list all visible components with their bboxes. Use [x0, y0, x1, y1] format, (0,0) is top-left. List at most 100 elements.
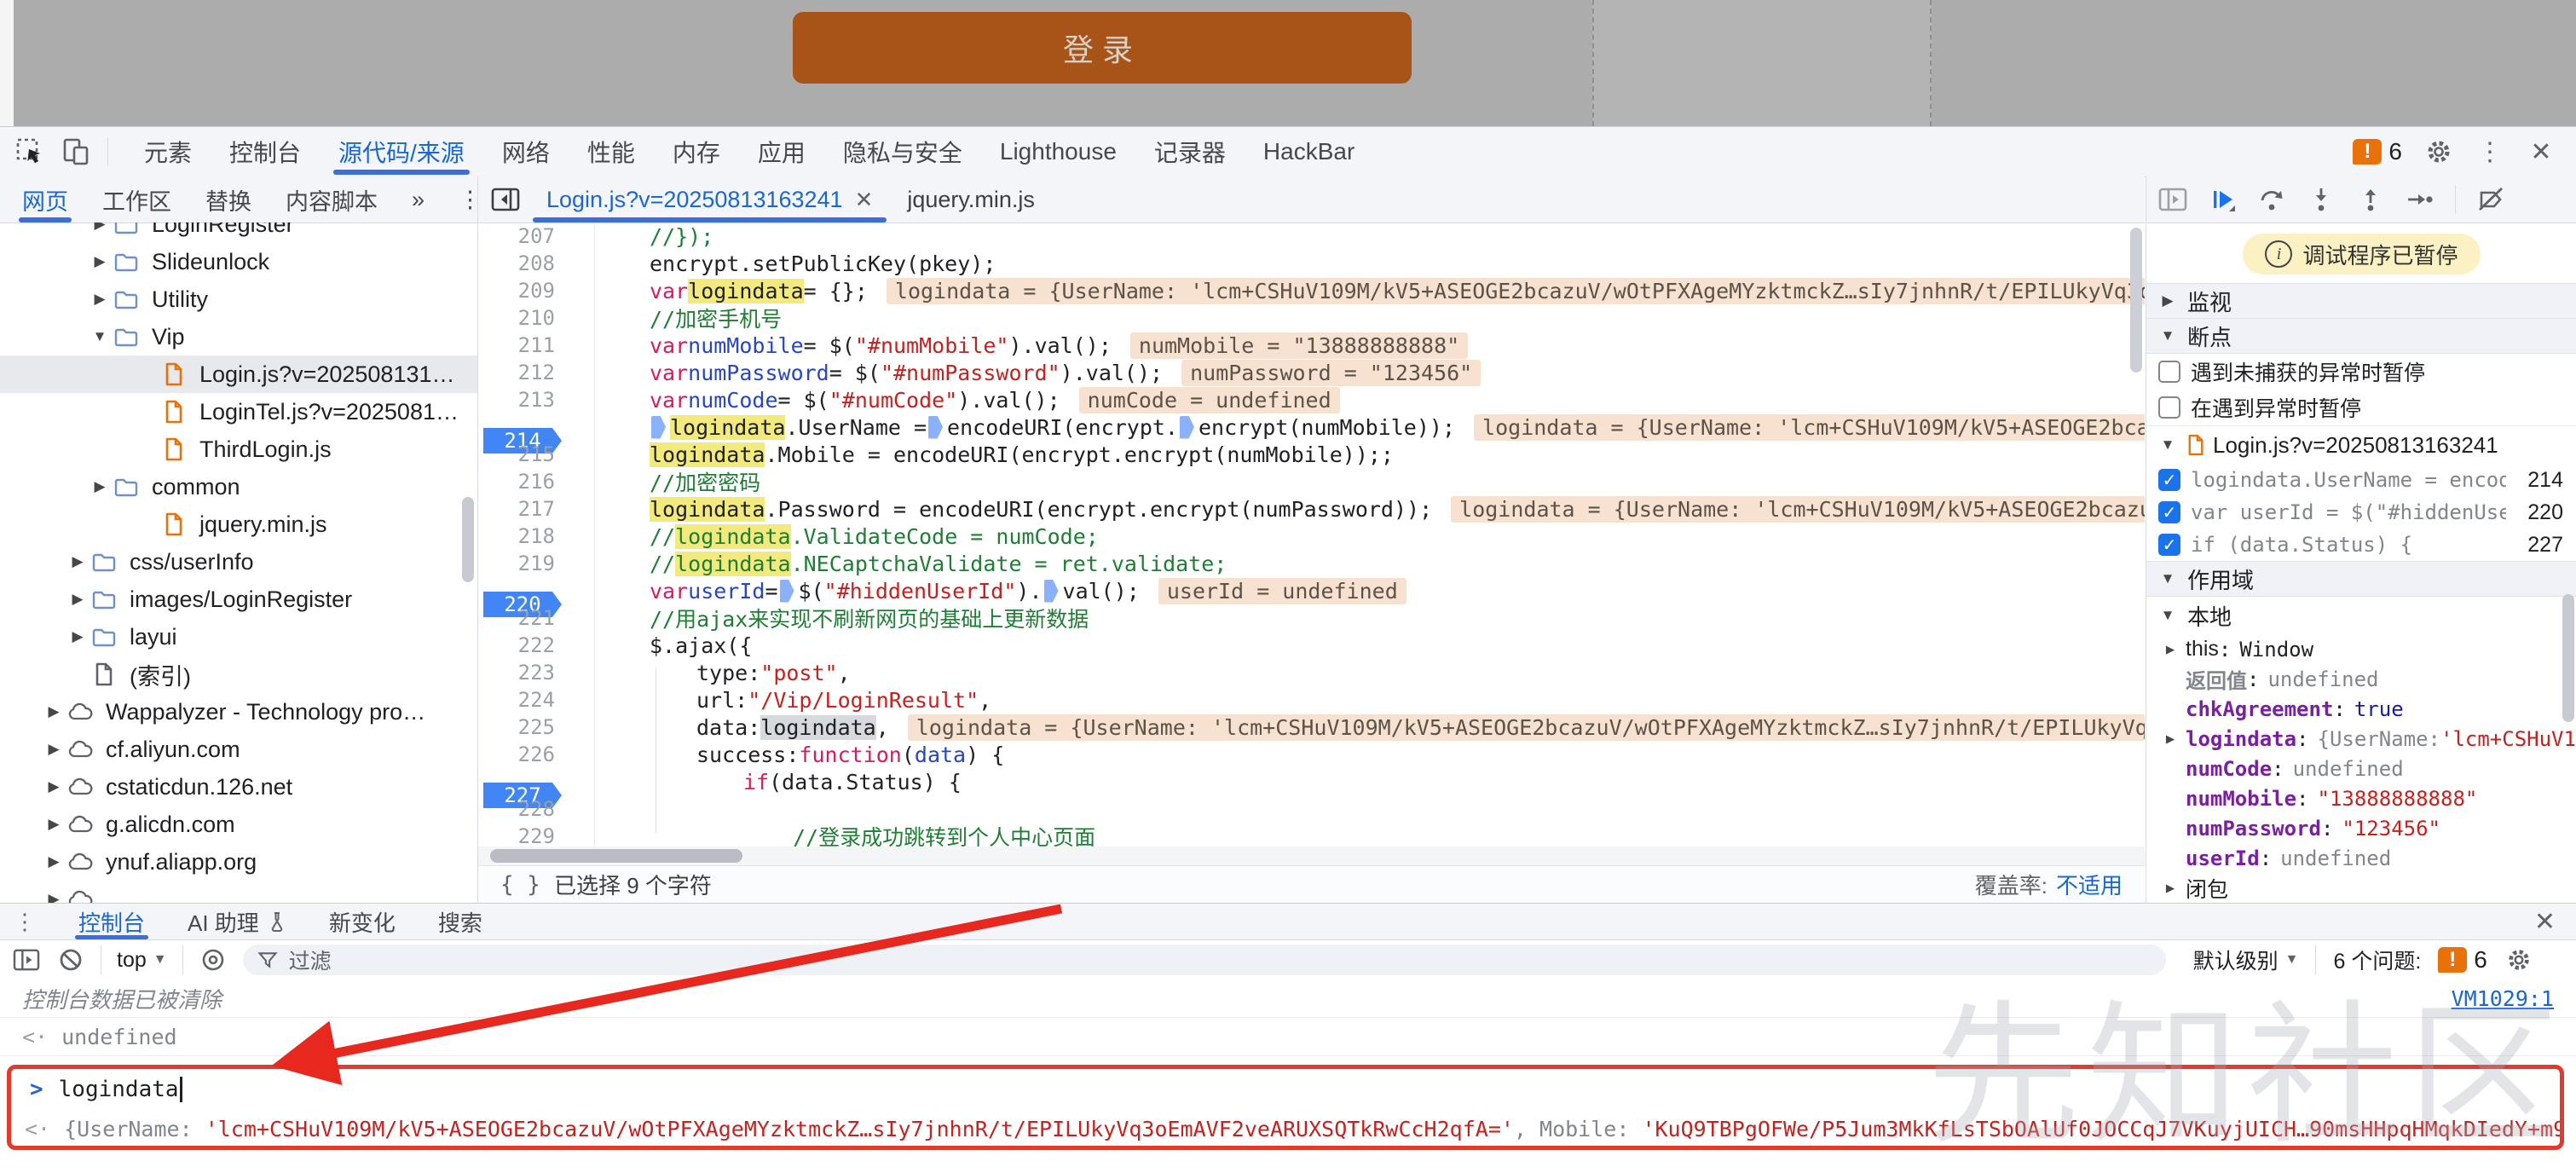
devtools-tab-源代码/来源[interactable]: 源代码/来源: [338, 127, 465, 176]
breakpoint-gutter[interactable]: [560, 823, 595, 847]
devtools-tab-控制台[interactable]: 控制台: [229, 127, 301, 176]
breakpoint-entry[interactable]: ✓var userId = $("#hiddenUser…220: [2146, 496, 2576, 529]
kebab-menu-icon[interactable]: ⋮: [2475, 137, 2504, 166]
collapse-debug-panel-icon[interactable]: [2158, 185, 2187, 214]
breakpoint-gutter[interactable]: [560, 686, 595, 714]
code-line-226[interactable]: 226success: function (data) {: [478, 741, 2145, 768]
tree-item-thirdlogin-js[interactable]: ThirdLogin.js: [0, 430, 477, 468]
console-filter-input[interactable]: 过滤: [243, 945, 2166, 975]
breakpoint-gutter[interactable]: [560, 577, 595, 604]
devtools-tab-HackBar[interactable]: HackBar: [1263, 127, 1354, 176]
step-into-icon[interactable]: [2307, 185, 2336, 214]
breakpoint-gutter[interactable]: [560, 714, 595, 741]
sidebar-scrollbar[interactable]: [462, 497, 474, 582]
tree-item-loginregister[interactable]: ▶LoginRegister: [0, 222, 477, 243]
log-level-select[interactable]: 默认级别 ▼: [2193, 945, 2299, 975]
pretty-print-icon[interactable]: { }: [500, 872, 540, 898]
code-line-207[interactable]: 207//});: [478, 222, 2145, 250]
scope-variable-返回值[interactable]: 返回值:undefined: [2146, 664, 2576, 694]
breakpoint-gutter[interactable]: [560, 768, 595, 795]
checkbox-checked[interactable]: ✓: [2158, 534, 2180, 556]
tree-item-css-userinfo[interactable]: ▶css/userInfo: [0, 543, 477, 581]
breakpoint-gutter[interactable]: [560, 413, 595, 441]
editor-tab-jquery-min-js[interactable]: jquery.min.js: [890, 176, 1052, 222]
device-toolbar-icon[interactable]: [61, 137, 90, 166]
breakpoint-gutter[interactable]: [560, 495, 595, 523]
scope-variable-this[interactable]: ▶this:Window: [2146, 634, 2576, 664]
code-line-227[interactable]: 227if (data.Status) {: [478, 768, 2145, 795]
tree-item-slideunlock[interactable]: ▶Slideunlock: [0, 243, 477, 280]
devtools-tab-性能[interactable]: 性能: [587, 127, 635, 176]
tree-item-layui[interactable]: ▶layui: [0, 618, 477, 656]
breakpoint-gutter[interactable]: [560, 468, 595, 495]
scope-variable-logindata[interactable]: ▶logindata:{UserName: 'lcm+CSHuV109M/: [2146, 724, 2576, 754]
coverage-value[interactable]: 不适用: [2056, 873, 2123, 899]
devtools-tab-隐私与安全[interactable]: 隐私与安全: [843, 127, 962, 176]
breakpoint-gutter[interactable]: [560, 523, 595, 550]
pause-caught-row[interactable]: 在遇到异常时暂停: [2146, 390, 2576, 425]
navigator-tab-内容脚本[interactable]: 内容脚本: [286, 176, 378, 222]
scope-variable-numMobile[interactable]: numMobile:"13888888888": [2146, 783, 2576, 813]
tree-item-wappalyzer-technology-pro-[interactable]: ▶Wappalyzer - Technology pro…: [0, 693, 477, 731]
breakpoint-gutter[interactable]: [560, 332, 595, 359]
breakpoints-section-header[interactable]: ▼ 断点: [2146, 319, 2576, 354]
breakpoint-gutter[interactable]: [560, 659, 595, 686]
navigator-tab-工作区[interactable]: 工作区: [102, 176, 171, 222]
devtools-tab-Lighthouse[interactable]: Lighthouse: [1000, 127, 1117, 176]
code-line-216[interactable]: 216//加密密码: [478, 468, 2145, 495]
drawer-kebab-icon[interactable]: ⋮: [14, 909, 36, 935]
code-pane[interactable]: 207//});208encrypt.setPublicKey(pkey);20…: [478, 222, 2145, 847]
console-context-select[interactable]: top ▼: [117, 948, 167, 973]
breakpoint-gutter[interactable]: [560, 304, 595, 332]
code-line-210[interactable]: 210//加密手机号: [478, 304, 2145, 332]
drawer-tab-控制台[interactable]: 控制台: [78, 904, 145, 939]
tree-item-login-js-v-202508131-[interactable]: Login.js?v=202508131…: [0, 355, 477, 393]
pause-uncaught-row[interactable]: 遇到未捕获的异常时暂停: [2146, 354, 2576, 390]
code-line-229[interactable]: 229//登录成功跳转到个人中心页面: [478, 823, 2145, 847]
code-line-215[interactable]: 215logindata.Mobile = encodeURI(encrypt.…: [478, 441, 2145, 468]
collapse-navigator-icon[interactable]: [487, 182, 524, 217]
tree-item-jquery-min-js[interactable]: jquery.min.js: [0, 506, 477, 543]
code-line-219[interactable]: 219//logindata.NECaptchaValidate = ret.v…: [478, 550, 2145, 577]
settings-gear-icon[interactable]: [2424, 137, 2453, 166]
deactivate-breakpoints-icon[interactable]: [2476, 185, 2505, 214]
scope-variable-numCode[interactable]: numCode:undefined: [2146, 754, 2576, 783]
checkbox-unchecked[interactable]: [2158, 396, 2180, 419]
scope-local-group[interactable]: ▼ 本地: [2146, 597, 2576, 634]
tree-item-g-alicdn-com[interactable]: ▶g.alicdn.com: [0, 806, 477, 843]
breakpoint-gutter[interactable]: [560, 795, 595, 823]
clear-console-icon[interactable]: [56, 945, 85, 974]
vm-source-link[interactable]: VM1029:1: [2452, 986, 2554, 1011]
code-line-224[interactable]: 224url: "/Vip/LoginResult",: [478, 686, 2145, 714]
checkbox-checked[interactable]: ✓: [2158, 501, 2180, 523]
code-line-220[interactable]: 220var userId = $("#hiddenUserId").val()…: [478, 577, 2145, 604]
console-settings-gear-icon[interactable]: [2504, 945, 2533, 974]
tree-item-ynuf-aliapp-org[interactable]: ▶ynuf.aliapp.org: [0, 843, 477, 881]
devtools-tab-内存[interactable]: 内存: [673, 127, 720, 176]
tree-item[interactable]: ▶: [0, 881, 477, 903]
tree-item-vip[interactable]: ▼Vip: [0, 318, 477, 355]
drawer-tab-AI 助理[interactable]: AI 助理: [188, 904, 286, 939]
navigator-tab-替换[interactable]: 替换: [205, 176, 251, 222]
step-over-icon[interactable]: [2257, 185, 2286, 214]
breakpoint-gutter[interactable]: [560, 386, 595, 413]
devtools-tab-应用[interactable]: 应用: [758, 127, 806, 176]
watch-section-header[interactable]: ▶ 监视: [2146, 283, 2576, 319]
code-line-211[interactable]: 211var numMobile = $("#numMobile").val()…: [478, 332, 2145, 359]
breakpoint-gutter[interactable]: [560, 277, 595, 304]
code-line-223[interactable]: 223type: "post",: [478, 659, 2145, 686]
devtools-tab-网络[interactable]: 网络: [502, 127, 550, 176]
breakpoint-file-group[interactable]: ▼ Login.js?v=20250813163241: [2146, 425, 2576, 464]
issues-badge[interactable]: ! 6: [2353, 138, 2402, 165]
editor-vertical-scrollbar[interactable]: [2130, 228, 2142, 373]
live-expression-eye-icon[interactable]: [199, 945, 228, 974]
tree-item-common[interactable]: ▶common: [0, 468, 477, 506]
code-line-218[interactable]: 218// logindata.ValidateCode = numCode;: [478, 523, 2145, 550]
code-line-228[interactable]: 228: [478, 795, 2145, 823]
scope-section-header[interactable]: ▼ 作用域: [2146, 561, 2576, 597]
console-issues-badge[interactable]: ! 6: [2438, 946, 2487, 974]
scope-variable-userId[interactable]: userId:undefined: [2146, 843, 2576, 873]
code-line-214[interactable]: 214logindata.UserName = encodeURI(encryp…: [478, 413, 2145, 441]
checkbox-checked[interactable]: ✓: [2158, 469, 2180, 491]
tree-item--[interactable]: (索引): [0, 656, 477, 693]
